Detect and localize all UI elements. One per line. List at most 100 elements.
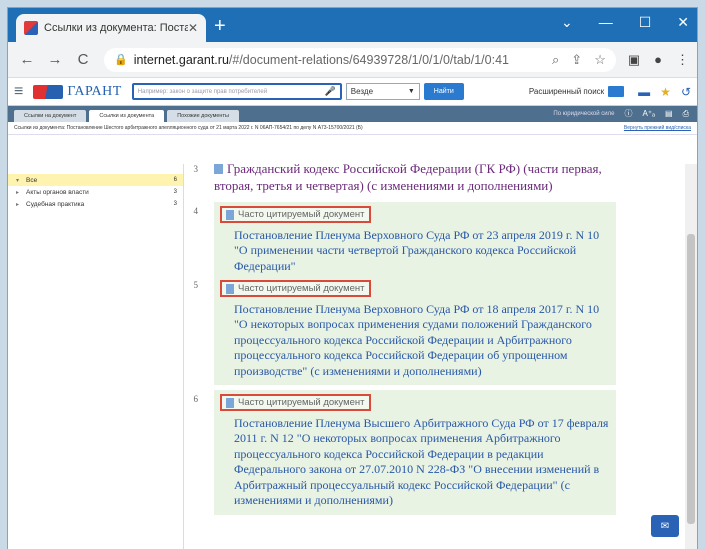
scrollbar[interactable] xyxy=(685,164,697,549)
screenshot-frame: Ссылки из документа: Постано ✕ + ⌄ — ☐ ✕… xyxy=(0,0,705,549)
breadcrumb-text: Ссылки из документа: Постановление Шесто… xyxy=(14,125,363,131)
badge-label: Часто цитируемый документ xyxy=(238,397,365,408)
document-link[interactable]: Гражданский кодекс Российской Федерации … xyxy=(214,164,614,194)
chevron-down-icon: ▼ xyxy=(407,88,415,95)
garant-tabbar: Ссылки на документ Ссылки из документа П… xyxy=(8,106,697,122)
sort-by-jurisdiction[interactable]: По юридической силе xyxy=(553,111,614,117)
maximize-button[interactable]: ☐ xyxy=(639,14,652,31)
list-item: 6 Часто цитируемый документ Постановлени… xyxy=(194,390,616,515)
tab-title: Ссылки из документа: Постано xyxy=(44,22,188,34)
document-title: Постановление Пленума Высшего Арбитражно… xyxy=(234,415,609,508)
advanced-search-link[interactable]: Расширенный поиск xyxy=(528,86,625,97)
find-button[interactable]: Найти xyxy=(423,83,464,100)
close-window-button[interactable]: ✕ xyxy=(677,14,689,31)
scrollbar-thumb[interactable] xyxy=(687,234,695,524)
print-icon[interactable]: ⎙ xyxy=(683,109,689,119)
document-card[interactable]: Часто цитируемый документ Постановление … xyxy=(214,202,616,280)
document-icon xyxy=(226,283,234,294)
reload-icon[interactable]: C xyxy=(72,51,94,68)
garant-search-input[interactable]: Например: закон о защите прав потребител… xyxy=(131,83,342,100)
badge-label: Часто цитируемый документ xyxy=(238,283,365,294)
browser-extensions: ▣ ● ⋮ xyxy=(628,52,689,68)
item-number: 3 xyxy=(193,164,199,174)
garant-tabbar-tools: По юридической силе ⓘ A⁺ₐ ▤ ⎙ xyxy=(553,108,689,119)
profile-icon[interactable]: ● xyxy=(654,52,662,68)
restore-list-link[interactable]: Вернуть прежний вид/списка xyxy=(624,125,691,131)
garant-favicon-icon xyxy=(24,21,38,35)
document-icon xyxy=(214,164,223,174)
address-bar-row: ← → C 🔒 internet.garant.ru /#/document-r… xyxy=(8,42,697,78)
browser-tab[interactable]: Ссылки из документа: Постано ✕ xyxy=(16,14,206,42)
scope-value: Везде xyxy=(350,87,374,96)
garant-logo[interactable]: ГАРАНТ xyxy=(33,84,121,100)
sidepanel-icon[interactable]: ▣ xyxy=(628,52,640,68)
chevron-right-icon: ▸ xyxy=(16,201,20,208)
tab-search-icon[interactable]: ⌄ xyxy=(561,14,573,31)
sidebar-item-label: Акты органов власти xyxy=(26,188,89,196)
chat-support-button[interactable]: ✉ xyxy=(651,515,679,537)
item-number: 6 xyxy=(193,394,199,404)
document-icon xyxy=(226,397,234,408)
new-tab-button[interactable]: + xyxy=(214,16,226,36)
microphone-icon[interactable]: 🎤 xyxy=(325,86,336,97)
sidebar-item-label: Судебная практика xyxy=(26,200,85,208)
frequently-cited-badge: Часто цитируемый документ xyxy=(220,394,371,411)
breadcrumb: Ссылки из документа: Постановление Шесто… xyxy=(8,122,697,135)
document-title: Постановление Пленума Верховного Суда РФ… xyxy=(234,227,600,273)
window-controls: ⌄ — ☐ ✕ xyxy=(561,14,689,31)
minimize-button[interactable]: — xyxy=(599,14,613,31)
document-title: Гражданский кодекс Российской Федерации … xyxy=(214,164,602,193)
hamburger-menu-icon[interactable]: ≡ xyxy=(14,83,23,101)
close-tab-icon[interactable]: ✕ xyxy=(188,21,198,35)
tab-links-from-document[interactable]: Ссылки из документа xyxy=(89,110,165,122)
frequently-cited-badge: Часто цитируемый документ xyxy=(220,280,371,297)
forward-icon[interactable]: → xyxy=(44,51,66,68)
zoom-icon[interactable]: ⌕ xyxy=(552,52,559,68)
sidebar-item-authority-acts[interactable]: ▸ Акты органов власти 3 xyxy=(8,186,183,198)
back-icon[interactable]: ← xyxy=(16,51,38,68)
document-title: Постановление Пленума Верховного Суда РФ… xyxy=(234,301,600,378)
list-item: 5 Часто цитируемый документ Постановлени… xyxy=(194,276,616,385)
garant-logo-mark xyxy=(33,84,64,99)
search-scope-select[interactable]: Везде ▼ xyxy=(345,83,420,100)
document-list: 3 Гражданский кодекс Российской Федераци… xyxy=(184,164,697,549)
sidebar-item-count: 6 xyxy=(173,177,177,183)
badge-label: Часто цитируемый документ xyxy=(238,209,365,220)
url-bar[interactable]: 🔒 internet.garant.ru /#/document-relatio… xyxy=(104,47,616,72)
font-size-icon[interactable]: A⁺ₐ xyxy=(642,109,655,118)
document-card[interactable]: Часто цитируемый документ Постановление … xyxy=(214,276,616,385)
export-icon[interactable]: ▤ xyxy=(665,109,673,118)
info-icon[interactable]: ⓘ xyxy=(624,108,632,119)
sidebar-item-court-practice[interactable]: ▸ Судебная практика 3 xyxy=(8,198,183,210)
sidebar-item-all[interactable]: ▾ Все 6 xyxy=(8,174,183,186)
share-icon[interactable]: ⇪ xyxy=(571,52,582,68)
browser-window: Ссылки из документа: Постано ✕ + ⌄ — ☐ ✕… xyxy=(8,8,697,549)
item-number: 4 xyxy=(193,206,199,216)
content-area: ▾ Все 6 ▸ Акты органов власти 3 ▸ Судебн… xyxy=(8,164,697,549)
document-icon xyxy=(226,209,234,220)
list-item: 4 Часто цитируемый документ Постановлени… xyxy=(194,202,616,280)
lock-icon[interactable]: 🔒 xyxy=(114,53,128,66)
bookmark-star-icon[interactable]: ☆ xyxy=(594,52,606,68)
notifications-icon[interactable]: ▬ xyxy=(638,85,650,99)
chevron-right-icon: ▸ xyxy=(16,189,20,196)
tab-links-to-document[interactable]: Ссылки на документ xyxy=(14,110,87,122)
search-placeholder: Например: закон о защите прав потребител… xyxy=(137,88,268,95)
favorites-star-icon[interactable]: ★ xyxy=(660,85,671,99)
garant-toolbar-icons: ▬ ★ ↺ xyxy=(638,85,691,99)
history-icon[interactable]: ↺ xyxy=(681,85,691,99)
advanced-search-label: Расширенный поиск xyxy=(528,87,605,96)
document-card[interactable]: Часто цитируемый документ Постановление … xyxy=(214,390,616,515)
frequently-cited-badge: Часто цитируемый документ xyxy=(220,206,371,223)
chevron-down-icon: ▾ xyxy=(16,177,20,184)
browser-tabstrip: Ссылки из документа: Постано ✕ + ⌄ — ☐ ✕ xyxy=(8,8,697,42)
sidebar-item-label: Все xyxy=(26,176,38,184)
menu-kebab-icon[interactable]: ⋮ xyxy=(676,52,689,68)
advanced-search-icon xyxy=(608,86,625,97)
tab-similar-documents[interactable]: Похожие документы xyxy=(167,110,239,122)
sidebar-item-count: 3 xyxy=(173,201,177,207)
chat-icon: ✉ xyxy=(660,520,670,532)
garant-logo-text: ГАРАНТ xyxy=(67,83,122,99)
sidebar-item-count: 3 xyxy=(173,189,177,195)
list-item: 3 Гражданский кодекс Российской Федераци… xyxy=(194,164,614,194)
